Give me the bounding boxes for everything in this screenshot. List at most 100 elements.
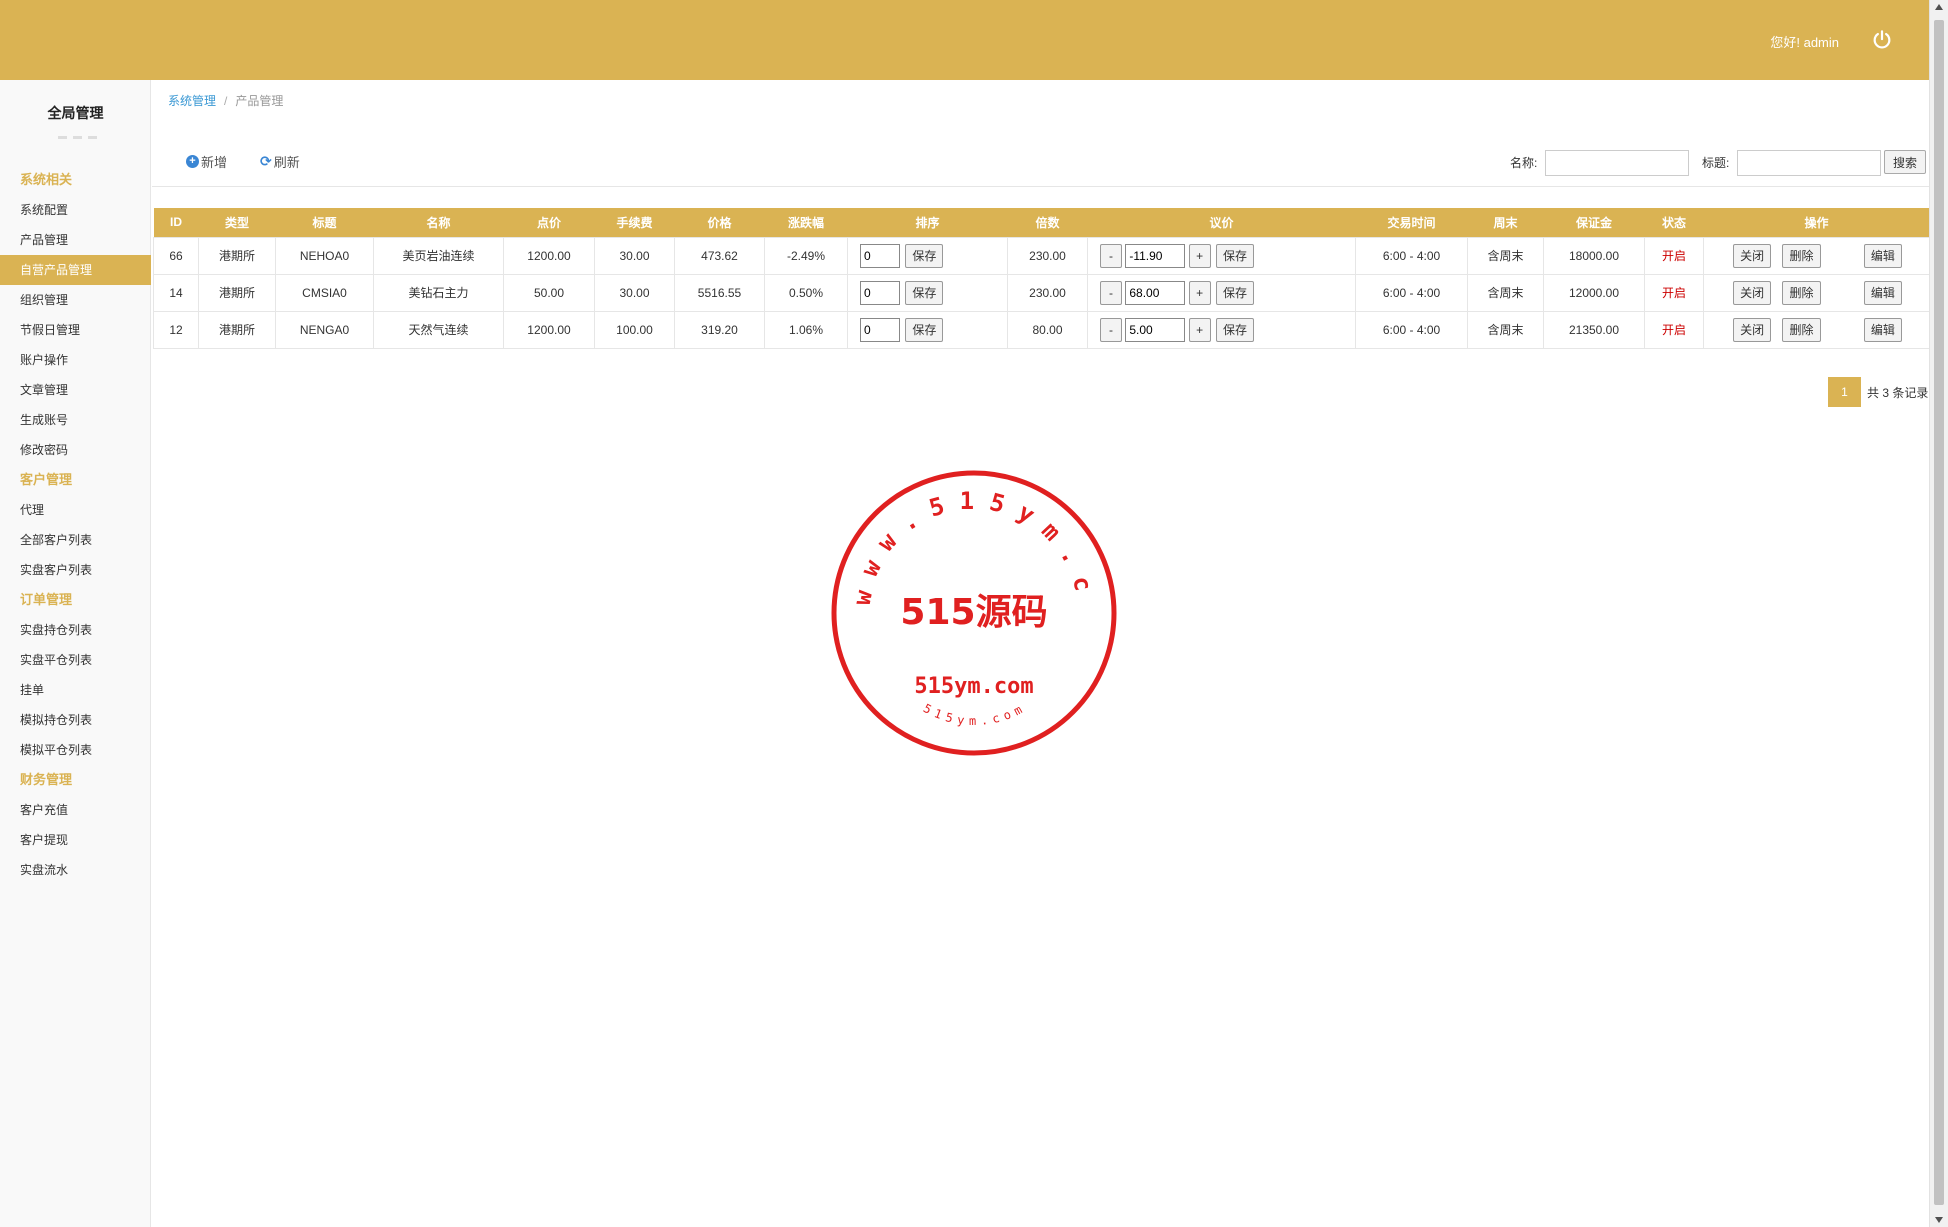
sidebar-item-holidays[interactable]: 节假日管理	[0, 315, 151, 345]
column-header-change[interactable]: 涨跌幅	[764, 208, 848, 237]
logout-power-icon[interactable]	[1871, 29, 1893, 51]
cell-type: 港期所	[198, 273, 276, 312]
bargain-save-button[interactable]: 保存	[1216, 317, 1255, 342]
sidebar-item-pending-orders[interactable]: 挂单	[0, 675, 151, 705]
sidebar-item-withdrawals[interactable]: 客户提现	[0, 825, 151, 855]
add-button[interactable]: + 新增	[186, 152, 227, 171]
sidebar: 全局管理 系统相关 系统配置 产品管理 自营产品管理 组织管理 节假日管理 账户…	[0, 80, 151, 1227]
bargain-save-button[interactable]: 保存	[1216, 243, 1255, 268]
cell-actions: 关闭 删除 编辑	[1703, 310, 1930, 349]
sort-input[interactable]	[860, 243, 900, 268]
cell-multiple: 230.00	[1007, 236, 1088, 275]
sidebar-item-agents[interactable]: 代理	[0, 495, 151, 525]
column-header-id[interactable]: ID	[153, 208, 199, 237]
cell-trade-hours: 6:00 - 4:00	[1355, 273, 1468, 312]
close-button[interactable]: 关闭	[1733, 243, 1772, 268]
table-row: 66 港期所 NEHOA0 美页岩油连续 1200.00 30.00 473.6…	[153, 236, 1930, 275]
edit-button[interactable]: 编辑	[1863, 243, 1902, 268]
pagination-current-page[interactable]: 1	[1828, 377, 1861, 407]
cell-id: 12	[153, 310, 199, 349]
sidebar-item-articles[interactable]: 文章管理	[0, 375, 151, 405]
close-button[interactable]: 关闭	[1733, 280, 1772, 305]
column-header-actions: 操作	[1703, 208, 1930, 237]
cell-actions: 关闭 删除 编辑	[1703, 236, 1930, 275]
cell-status: 开启	[1644, 310, 1704, 349]
sidebar-item-organization[interactable]: 组织管理	[0, 285, 151, 315]
bargain-save-button[interactable]: 保存	[1216, 280, 1255, 305]
refresh-button[interactable]: ⟳ 刷新	[260, 152, 300, 171]
close-button[interactable]: 关闭	[1733, 317, 1772, 342]
sidebar-item-sim-positions[interactable]: 模拟持仓列表	[0, 705, 151, 735]
vertical-scrollbar[interactable]	[1929, 0, 1948, 1227]
sidebar-title: 全局管理	[47, 105, 104, 121]
cell-price: 5516.55	[674, 273, 765, 312]
top-header-bar: 您好! admin	[0, 0, 1929, 80]
cell-price: 319.20	[674, 310, 765, 349]
breadcrumb-parent[interactable]: 系统管理	[168, 94, 216, 108]
column-header-fee[interactable]: 手续费	[594, 208, 675, 237]
sidebar-item-system-config[interactable]: 系统配置	[0, 195, 151, 225]
delete-button[interactable]: 删除	[1782, 317, 1821, 342]
sidebar-item-live-closed[interactable]: 实盘平仓列表	[0, 645, 151, 675]
sidebar-item-self-product-management[interactable]: 自营产品管理	[0, 255, 151, 285]
cell-title: NENGA0	[275, 310, 374, 349]
column-header-margin[interactable]: 保证金	[1543, 208, 1645, 237]
bargain-decrement-button[interactable]: -	[1100, 280, 1122, 305]
watermark-main-text: 515源码	[900, 592, 1047, 633]
sort-save-button[interactable]: 保存	[905, 243, 944, 268]
cell-change: 0.50%	[764, 273, 848, 312]
column-header-weekend[interactable]: 周末	[1467, 208, 1544, 237]
bargain-input[interactable]	[1125, 280, 1186, 305]
bargain-decrement-button[interactable]: -	[1100, 243, 1122, 268]
sort-save-button[interactable]: 保存	[905, 280, 944, 305]
column-header-trade-hours[interactable]: 交易时间	[1355, 208, 1468, 237]
column-header-price[interactable]: 价格	[674, 208, 765, 237]
sidebar-item-live-positions[interactable]: 实盘持仓列表	[0, 615, 151, 645]
cell-name: 天然气连续	[373, 310, 504, 349]
scroll-up-arrow-icon[interactable]	[1935, 4, 1943, 10]
cell-margin: 12000.00	[1543, 273, 1645, 312]
column-header-name[interactable]: 名称	[373, 208, 504, 237]
scroll-down-arrow-icon[interactable]	[1935, 1217, 1943, 1223]
name-search-input[interactable]	[1545, 150, 1689, 176]
sidebar-item-sim-closed[interactable]: 模拟平仓列表	[0, 735, 151, 765]
bargain-decrement-button[interactable]: -	[1100, 317, 1122, 342]
bargain-increment-button[interactable]: +	[1188, 243, 1211, 268]
cell-bargain: - + 保存	[1087, 310, 1356, 349]
column-header-multiple[interactable]: 倍数	[1007, 208, 1088, 237]
table-row: 14 港期所 CMSIA0 美钻石主力 50.00 30.00 5516.55 …	[153, 273, 1930, 312]
sidebar-item-live-ledger[interactable]: 实盘流水	[0, 855, 151, 885]
sort-input[interactable]	[860, 317, 900, 342]
edit-button[interactable]: 编辑	[1863, 317, 1902, 342]
cell-sort: 保存	[847, 273, 1008, 312]
sidebar-item-product-management[interactable]: 产品管理	[0, 225, 151, 255]
column-header-bargain[interactable]: 议价	[1087, 208, 1356, 237]
sidebar-item-account-ops[interactable]: 账户操作	[0, 345, 151, 375]
bargain-increment-button[interactable]: +	[1188, 317, 1211, 342]
delete-button[interactable]: 删除	[1782, 243, 1821, 268]
bargain-input[interactable]	[1125, 317, 1186, 342]
sidebar-item-deposits[interactable]: 客户充值	[0, 795, 151, 825]
column-header-title[interactable]: 标题	[275, 208, 374, 237]
toolbar-divider	[152, 186, 1929, 187]
search-button[interactable]: 搜索	[1884, 150, 1926, 174]
title-search-input[interactable]	[1737, 150, 1881, 176]
scrollbar-thumb[interactable]	[1934, 20, 1944, 1205]
user-greeting: 您好! admin	[1770, 35, 1839, 50]
sidebar-item-live-customers[interactable]: 实盘客户列表	[0, 555, 151, 585]
sort-input[interactable]	[860, 280, 900, 305]
bargain-input[interactable]	[1125, 243, 1186, 268]
column-header-status[interactable]: 状态	[1644, 208, 1704, 237]
bargain-increment-button[interactable]: +	[1188, 280, 1211, 305]
edit-button[interactable]: 编辑	[1863, 280, 1902, 305]
column-header-sort[interactable]: 排序	[847, 208, 1008, 237]
delete-button[interactable]: 删除	[1782, 280, 1821, 305]
sidebar-item-all-customers[interactable]: 全部客户列表	[0, 525, 151, 555]
sort-save-button[interactable]: 保存	[905, 317, 944, 342]
cell-bargain: - + 保存	[1087, 236, 1356, 275]
column-header-point[interactable]: 点价	[503, 208, 595, 237]
column-header-type[interactable]: 类型	[198, 208, 276, 237]
sidebar-item-generate-account[interactable]: 生成账号	[0, 405, 151, 435]
sidebar-item-change-password[interactable]: 修改密码	[0, 435, 151, 465]
plus-circle-icon: +	[186, 155, 199, 168]
